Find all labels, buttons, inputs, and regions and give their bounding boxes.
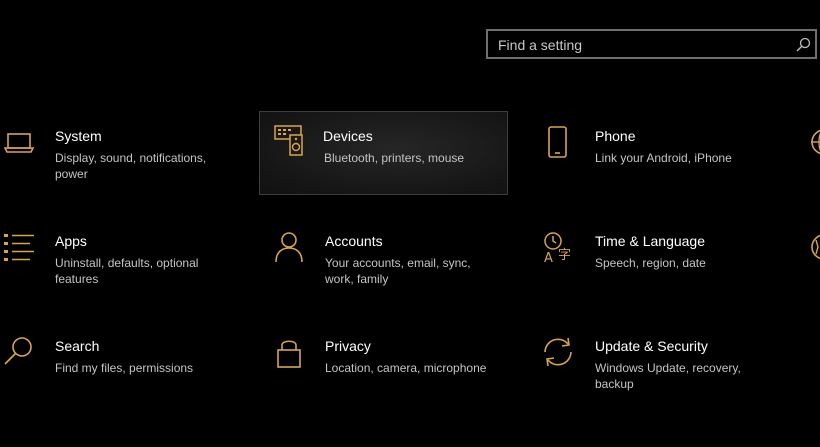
category-description: Location, camera, microphone	[325, 361, 487, 375]
category-title: Accounts	[325, 233, 383, 249]
phone-icon	[548, 126, 567, 158]
category-description: Speech, region, date	[595, 256, 706, 270]
category-accounts[interactable]: Accounts Your accounts, email, sync, wor…	[270, 217, 519, 301]
category-title: Phone	[595, 128, 636, 144]
category-description: Link your Android, iPhone	[595, 151, 732, 165]
sync-arrows-icon	[544, 337, 572, 367]
category-apps[interactable]: Apps Uninstall, defaults, optional featu…	[0, 217, 249, 301]
magnifier-icon	[4, 337, 32, 365]
category-title: Search	[55, 338, 100, 354]
search-box[interactable]	[486, 29, 817, 59]
gaming-icon[interactable]	[808, 232, 820, 262]
category-title: Apps	[55, 233, 87, 249]
category-title: Devices	[323, 128, 373, 144]
category-devices[interactable]: Devices Bluetooth, printers, mouse	[259, 111, 508, 195]
search-icon[interactable]	[795, 37, 811, 53]
laptop-icon	[3, 133, 35, 153]
category-description: Find my files, permissions	[55, 361, 194, 375]
category-title: Update & Security	[595, 338, 708, 354]
category-time-language[interactable]: A 字 Time & Language Speech, region, date	[540, 217, 789, 301]
search-input[interactable]	[498, 35, 783, 55]
person-icon	[275, 232, 303, 263]
category-description: Display, sound, notifications, power	[55, 151, 207, 181]
category-title: Privacy	[325, 338, 371, 354]
globe-icon[interactable]	[808, 127, 820, 157]
apps-list-icon	[4, 234, 34, 261]
category-search[interactable]: Search Find my files, permissions	[0, 322, 249, 406]
category-update-security[interactable]: Update & Security Windows Update, recove…	[540, 322, 789, 406]
settings-home: System Display, sound, notifications, po…	[0, 0, 820, 447]
category-description: Windows Update, recovery, backup	[595, 361, 741, 391]
category-privacy[interactable]: Privacy Location, camera, microphone	[270, 322, 519, 406]
category-system[interactable]: System Display, sound, notifications, po…	[0, 112, 249, 196]
svg-text:A: A	[544, 251, 553, 264]
category-phone[interactable]: Phone Link your Android, iPhone	[540, 112, 789, 196]
lock-icon	[277, 340, 301, 368]
time-language-icon: A 字	[544, 232, 571, 264]
svg-text:字: 字	[558, 248, 571, 263]
category-description: Uninstall, defaults, optional features	[55, 256, 199, 286]
category-title: System	[55, 128, 102, 144]
category-description: Your accounts, email, sync, work, family	[325, 256, 471, 286]
devices-icon	[274, 125, 303, 156]
category-title: Time & Language	[595, 233, 705, 249]
category-description: Bluetooth, printers, mouse	[324, 151, 465, 165]
